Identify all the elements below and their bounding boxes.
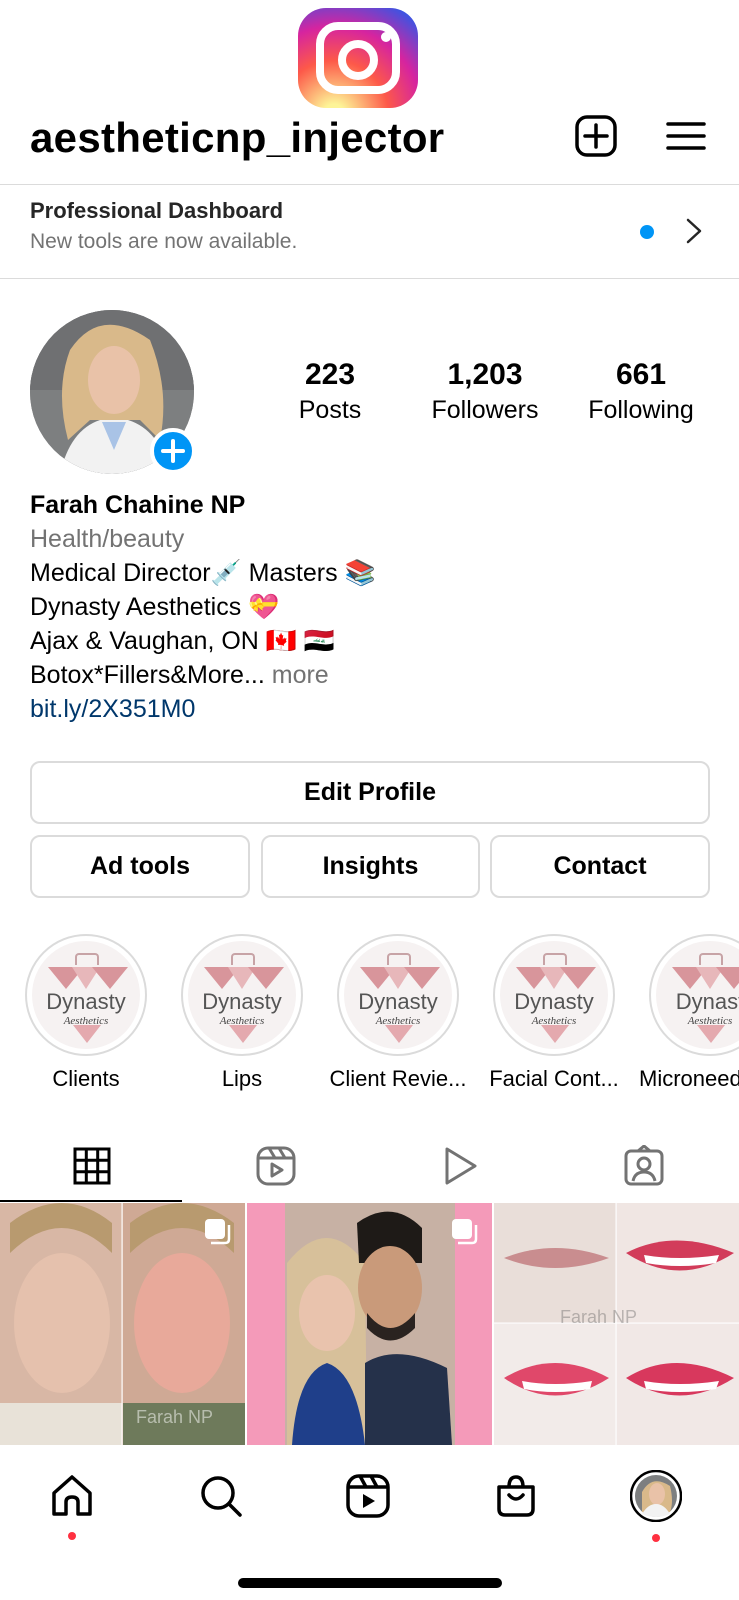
display-name: Farah Chahine NP [30,491,246,519]
bottom-navigation [0,1446,739,1546]
add-story-button[interactable] [150,428,196,474]
bio-line: Dynasty Aesthetics 💝 [30,593,280,621]
bio-line: Ajax & Vaughan, ON 🇨🇦 🇮🇶 [30,627,335,655]
followers-count: 1,203 [447,358,523,391]
profile-notification-dot [652,1534,660,1542]
highlight-brand: Dynast [675,989,739,1014]
highlight-lips[interactable]: Dynasty Aesthetics Lips [164,934,320,1092]
reels-icon [256,1146,296,1186]
tagged-icon [624,1145,664,1186]
plus-square-icon[interactable] [574,114,618,158]
profile-bio: Farah Chahine NP Health/beauty Medical D… [30,488,710,726]
grid-post[interactable]: Farah NP [0,1203,245,1445]
highlight-label: Client Revie... [329,1066,467,1091]
ad-tools-button[interactable]: Ad tools [30,835,250,898]
nav-reels[interactable] [338,1466,398,1526]
grid-post[interactable] [247,1203,492,1445]
highlight-brand: Dynasty [202,989,282,1014]
edit-profile-button[interactable]: Edit Profile [30,761,710,824]
highlight-client-reviews[interactable]: Dynasty Aesthetics Client Revie... [320,934,476,1092]
home-icon [52,1475,92,1516]
grid-post[interactable]: Farah NP [494,1203,739,1445]
highlight-label: Microneed [639,1066,739,1091]
instagram-logo [298,8,418,108]
following-stat[interactable]: 661 Following [566,358,716,425]
dashboard-subtitle: New tools are now available. [30,230,298,253]
insights-button[interactable]: Insights [261,835,480,898]
professional-dashboard[interactable]: Professional Dashboard New tools are now… [0,185,739,278]
highlight-label: Facial Cont... [489,1066,619,1091]
nav-profile[interactable] [626,1466,686,1526]
highlight-brand: Dynasty [514,989,594,1014]
profile-tabs [0,1130,739,1202]
notification-dot [640,225,654,239]
profile-avatar[interactable] [30,310,196,474]
contact-button[interactable]: Contact [490,835,710,898]
following-label: Following [588,396,694,424]
avatar [630,1470,682,1522]
divider [0,278,739,279]
highlight-brand: Dynasty [46,989,126,1014]
nav-home[interactable] [42,1466,102,1526]
tab-reels[interactable] [184,1130,368,1202]
grid-icon [73,1147,111,1185]
username[interactable]: aestheticnp_injector [30,114,444,162]
tab-videos[interactable] [368,1130,552,1202]
active-tab-indicator [0,1200,182,1202]
highlight-label: Lips [221,1066,263,1091]
watermark: Farah NP [136,1407,214,1427]
bio-line: Botox*Fillers&More... more [30,658,710,692]
dashboard-title: Professional Dashboard [30,198,284,223]
profile-header: aestheticnp_injector [0,108,739,184]
plus-icon [161,439,185,463]
menu-icon[interactable] [666,116,706,156]
more-link[interactable]: more [272,661,329,689]
multi-post-icon [205,1219,231,1245]
tab-posts-grid[interactable] [0,1130,184,1202]
nav-shop[interactable] [486,1466,546,1526]
highlight-label: Clients [52,1066,120,1091]
search-icon [201,1476,242,1517]
watermark: Farah NP [560,1307,638,1327]
chevron-right-icon [686,218,702,244]
tab-tagged[interactable] [552,1130,736,1202]
following-count: 661 [615,358,667,391]
home-indicator [238,1578,502,1588]
play-icon [445,1147,477,1185]
category-label: Health/beauty [30,525,185,553]
bio-line-text: Botox*Fillers&More... [30,661,265,689]
reels-icon [346,1474,390,1518]
posts-label: Posts [298,396,362,424]
posts-stat[interactable]: 223 Posts [280,358,380,425]
nav-search[interactable] [191,1466,251,1526]
bio-line: Medical Director💉 Masters 📚 [30,559,376,587]
bio-link[interactable]: bit.ly/2X351M0 [30,692,710,726]
shop-icon [497,1475,535,1517]
highlight-clients[interactable]: Dynasty Aesthetics Clients [8,934,164,1092]
followers-stat[interactable]: 1,203 Followers [410,358,560,425]
highlight-facial-contouring[interactable]: Dynasty Aesthetics Facial Cont... [476,934,632,1092]
highlight-microneedling[interactable]: Dynast Aesthetics Microneed [632,934,739,1092]
followers-label: Followers [431,396,539,424]
multi-post-icon [452,1219,478,1245]
highlight-brand: Dynasty [358,989,438,1014]
home-notification-dot [68,1532,76,1540]
posts-count: 223 [304,358,356,391]
